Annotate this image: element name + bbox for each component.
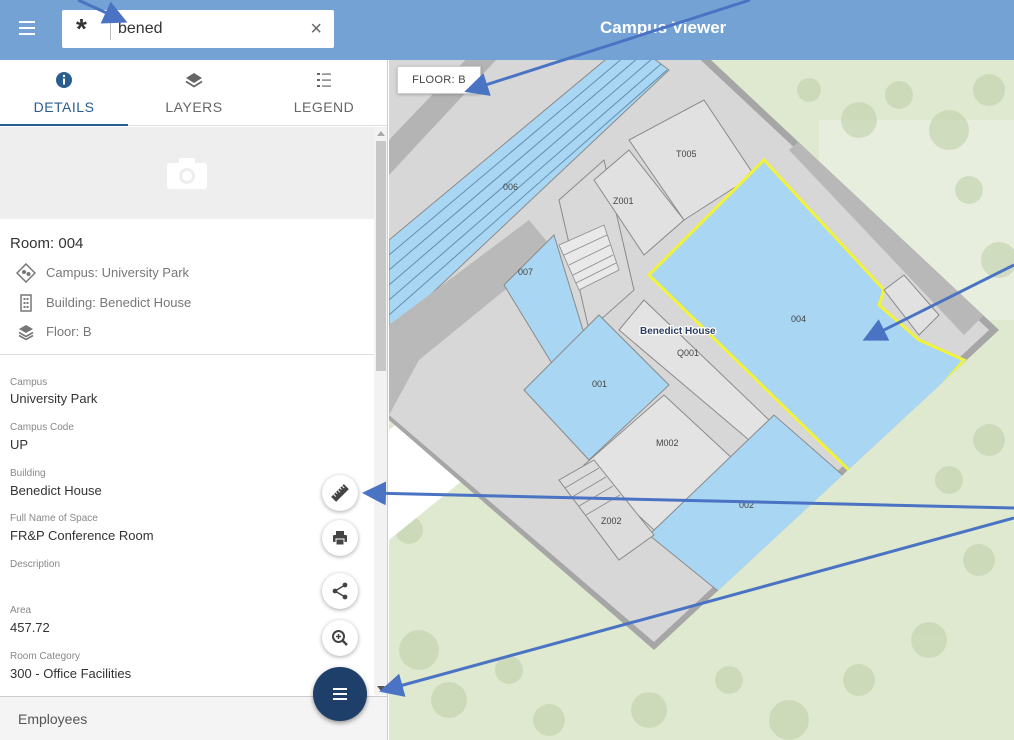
info-text: Building: Benedict House bbox=[46, 295, 192, 310]
svg-text:004: 004 bbox=[791, 314, 806, 324]
list-icon bbox=[317, 73, 331, 87]
attr-label-area: Area bbox=[10, 605, 32, 616]
layers-icon bbox=[185, 73, 203, 88]
floor-plan-map[interactable]: 006 007 Z001 T005 004 001 Q001 M002 002 … bbox=[389, 60, 1014, 740]
attr-value-building: Benedict House bbox=[10, 483, 102, 498]
panel-tabs: DETAILS LAYERS LEGEND bbox=[0, 60, 387, 126]
floor-plan[interactable]: 006 007 Z001 T005 004 001 Q001 M002 002 … bbox=[389, 60, 1014, 740]
camera-icon bbox=[167, 158, 207, 189]
svg-text:Z001: Z001 bbox=[613, 196, 634, 206]
room-photo-placeholder[interactable] bbox=[0, 127, 374, 219]
zoom-in-icon bbox=[332, 630, 348, 646]
svg-text:002: 002 bbox=[739, 500, 754, 510]
panel-scrollbar[interactable] bbox=[374, 127, 387, 695]
attr-label-building: Building bbox=[10, 468, 46, 479]
attr-label-description: Description bbox=[10, 559, 61, 570]
info-text: Floor: B bbox=[46, 324, 92, 339]
tab-label: DETAILS bbox=[33, 99, 95, 115]
building-icon bbox=[20, 294, 32, 312]
building-label: Benedict House bbox=[640, 326, 716, 337]
tab-label: LEGEND bbox=[293, 99, 355, 115]
svg-text:Z002: Z002 bbox=[601, 516, 622, 526]
app-header: * × Campus Viewer bbox=[0, 0, 1014, 60]
hamburger-menu-icon bbox=[333, 688, 347, 690]
attr-label-full-name: Full Name of Space bbox=[10, 513, 98, 524]
tab-label: LAYERS bbox=[165, 99, 223, 115]
attr-value-campus: University Park bbox=[10, 391, 98, 406]
campus-icon bbox=[16, 263, 36, 283]
svg-text:M002: M002 bbox=[656, 438, 679, 448]
info-icon bbox=[56, 72, 72, 88]
menu-fab-button[interactable] bbox=[313, 667, 367, 721]
close-icon[interactable]: × bbox=[310, 18, 322, 40]
scroll-thumb[interactable] bbox=[376, 141, 386, 371]
svg-text:007: 007 bbox=[518, 267, 533, 277]
asterisk-icon[interactable]: * bbox=[76, 12, 87, 46]
attr-label-campus-code: Campus Code bbox=[10, 422, 74, 433]
measure-button[interactable] bbox=[322, 475, 358, 511]
tab-layers[interactable]: LAYERS bbox=[130, 60, 258, 126]
attr-label-room-category: Room Category bbox=[10, 651, 81, 662]
info-text: Campus: University Park bbox=[46, 265, 190, 280]
attr-value-area: 457.72 bbox=[10, 620, 50, 635]
attr-value-room-category: 300 - Office Facilities bbox=[10, 666, 132, 681]
svg-text:Q001: Q001 bbox=[677, 348, 699, 358]
share-icon bbox=[332, 582, 348, 600]
tab-details[interactable]: DETAILS bbox=[0, 60, 128, 126]
search-box[interactable]: * × bbox=[62, 10, 334, 48]
employees-label: Employees bbox=[18, 711, 88, 727]
printer-icon bbox=[333, 531, 347, 546]
divider bbox=[0, 354, 374, 355]
scroll-down-arrow[interactable] bbox=[377, 686, 385, 691]
search-divider bbox=[110, 18, 111, 40]
floor-label: FLOOR: B bbox=[397, 66, 481, 94]
svg-text:001: 001 bbox=[592, 379, 607, 389]
print-button[interactable] bbox=[322, 520, 358, 556]
room-title: Room: 004 bbox=[10, 235, 84, 252]
app-title: Campus Viewer bbox=[600, 18, 727, 37]
scroll-up-arrow[interactable] bbox=[377, 131, 385, 136]
search-input[interactable] bbox=[118, 17, 288, 41]
layers-icon bbox=[18, 325, 34, 341]
share-button[interactable] bbox=[322, 573, 358, 609]
tab-legend[interactable]: LEGEND bbox=[260, 60, 387, 126]
ruler-icon bbox=[331, 484, 349, 502]
hamburger-menu-icon[interactable] bbox=[14, 17, 40, 43]
zoom-button[interactable] bbox=[322, 620, 358, 656]
svg-text:006: 006 bbox=[503, 182, 518, 192]
svg-text:T005: T005 bbox=[676, 149, 697, 159]
attr-label-campus: Campus bbox=[10, 377, 48, 388]
attr-value-campus-code: UP bbox=[10, 437, 29, 452]
attr-value-full-name: FR&P Conference Room bbox=[10, 528, 154, 543]
